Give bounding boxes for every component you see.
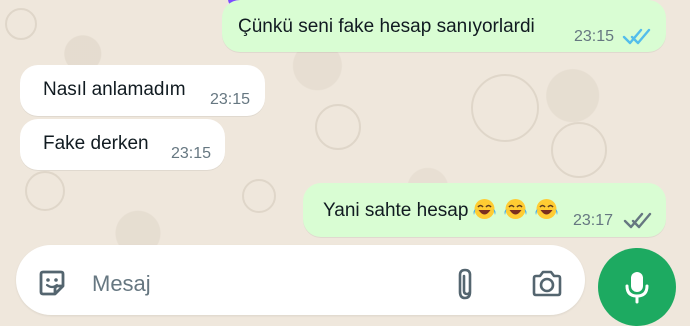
message-bubble-incoming[interactable]: Fake derken 23:15 xyxy=(20,119,225,170)
wallpaper-doodle xyxy=(5,8,37,40)
emoji-row xyxy=(471,197,560,221)
wallpaper-doodle xyxy=(315,104,361,150)
message-text: Nasıl anlamadım xyxy=(43,79,186,100)
microphone-icon xyxy=(625,272,649,304)
message-bubble-incoming[interactable]: Nasıl anlamadım 23:15 xyxy=(20,65,265,116)
wallpaper-doodle xyxy=(242,179,276,213)
laughing-emoji-icon xyxy=(473,199,496,219)
laughing-emoji-icon xyxy=(535,199,558,219)
message-composer xyxy=(16,245,585,315)
message-time: 23:15 xyxy=(574,28,615,45)
message-bubble-outgoing[interactable]: Yani sahte hesap 23:17 xyxy=(303,183,666,237)
message-text: Yani sahte hesap xyxy=(323,200,469,221)
message-time: 23:17 xyxy=(573,212,614,229)
voice-message-button[interactable] xyxy=(598,248,676,326)
read-ticks-icon xyxy=(622,27,651,45)
wallpaper-doodle xyxy=(25,171,65,211)
message-bubble-outgoing[interactable]: Çünkü seni fake hesap sanıyorlardi 23:15 xyxy=(222,0,666,52)
laughing-emoji-icon xyxy=(504,199,527,219)
camera-icon xyxy=(532,270,562,297)
delivered-ticks-icon xyxy=(623,211,652,229)
paperclip-icon xyxy=(458,268,472,300)
message-text: Fake derken xyxy=(43,133,149,154)
message-time: 23:15 xyxy=(171,145,212,162)
message-text: Çünkü seni fake hesap sanıyorlardi xyxy=(238,16,535,37)
wallpaper-doodle xyxy=(471,74,539,142)
attach-button[interactable] xyxy=(452,265,482,303)
message-input[interactable] xyxy=(90,268,394,300)
camera-button[interactable] xyxy=(529,265,565,303)
sticker-button[interactable] xyxy=(34,265,72,303)
wallpaper-doodle xyxy=(551,122,607,178)
message-time: 23:15 xyxy=(210,91,251,108)
sticker-icon xyxy=(39,270,65,296)
